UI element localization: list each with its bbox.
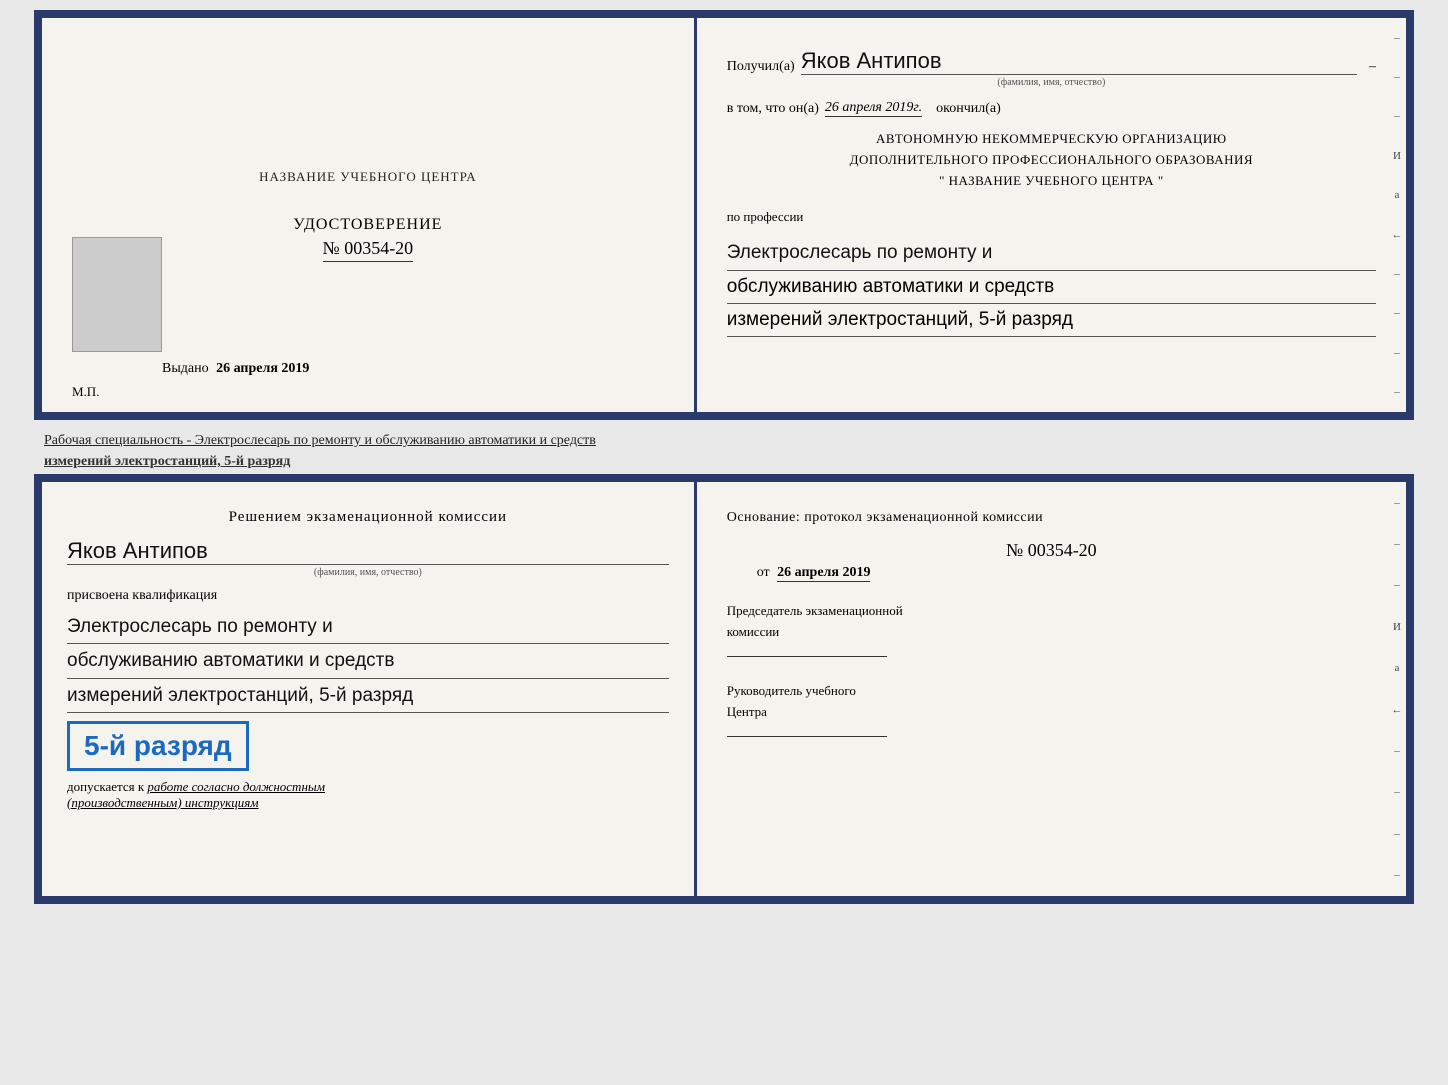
recipient-name: Яков Антипов — [801, 48, 1357, 75]
udost-block: УДОСТОВЕРЕНИЕ № 00354-20 — [293, 216, 442, 262]
predsedatel-label: Председатель экзаменационной — [727, 601, 1376, 622]
dopuskaetsya-value2: (производственным) инструкциям — [67, 795, 259, 810]
rukovoditel-block: Руководитель учебного Центра — [727, 681, 1376, 743]
bottom-name: Яков Антипов — [67, 538, 669, 565]
vtom-label: в том, что он(а) — [727, 101, 819, 117]
osnovanie-block: Основание: протокол экзаменационной коми… — [727, 507, 1376, 528]
rukovoditel-signature — [727, 736, 887, 737]
middle-line2: измерений электростанций, 5-й разряд — [44, 454, 290, 469]
ot-date-block: от 26 апреля 2019 — [727, 565, 1376, 581]
org-block: АВТОНОМНУЮ НЕКОММЕРЧЕСКУЮ ОРГАНИЗАЦИЮ ДО… — [727, 129, 1376, 191]
middle-label: Рабочая специальность - Электрослесарь п… — [34, 420, 1414, 474]
protocol-number: № 00354-20 — [727, 540, 1376, 561]
photo-placeholder — [72, 237, 162, 352]
org-line1: АВТОНОМНУЮ НЕКОММЕРЧЕСКУЮ ОРГАНИЗАЦИЮ — [727, 129, 1376, 150]
mp-line: М.П. — [72, 384, 99, 400]
poluchil-label: Получил(а) — [727, 59, 795, 75]
vydano-label: Выдано — [162, 361, 209, 376]
predsedatel-label2: комиссии — [727, 622, 1376, 643]
profession-line3: измерений электростанций, 5-й разряд — [727, 304, 1376, 337]
razryad-badge: 5-й разряд — [67, 721, 249, 771]
profession-line1: Электрослесарь по ремонту и — [727, 237, 1376, 270]
rukovoditel-label2: Центра — [727, 702, 1376, 723]
predsedatel-block: Председатель экзаменационной комиссии — [727, 601, 1376, 663]
profession-line2: обслуживанию автоматики и средств — [727, 271, 1376, 304]
right-dashes-bottom: – – – И а ← – – – – — [1388, 482, 1406, 896]
diploma-bottom: Решением экзаменационной комиссии Яков А… — [34, 474, 1414, 904]
komissia-title: Решением экзаменационной комиссии — [67, 507, 669, 528]
dopuskaetsya-value: работе согласно должностным — [147, 779, 325, 794]
diploma-bottom-right: Основание: протокол экзаменационной коми… — [697, 482, 1406, 896]
resheniem-label: Решением экзаменационной комиссии — [229, 509, 507, 525]
dopuskaetsya-block: допускается к работе согласно должностны… — [67, 779, 669, 811]
ot-label: от — [757, 565, 770, 580]
center-title-top: НАЗВАНИЕ УЧЕБНОГО ЦЕНТРА — [259, 168, 476, 186]
po-professii: по профессии — [727, 209, 1376, 225]
recipient-block: Получил(а) Яков Антипов – (фамилия, имя,… — [727, 38, 1376, 88]
org-line2: ДОПОЛНИТЕЛЬНОГО ПРОФЕССИОНАЛЬНОГО ОБРАЗО… — [727, 150, 1376, 171]
fio-hint-top: (фамилия, имя, отчество) — [727, 77, 1376, 88]
predsedatel-signature — [727, 656, 887, 657]
vydano-date: 26 апреля 2019 — [216, 361, 309, 376]
dopuskaetsya-label: допускается к — [67, 779, 144, 794]
vydano-line: Выдано 26 апреля 2019 — [162, 361, 309, 377]
recipient-line: Получил(а) Яков Антипов – — [727, 48, 1376, 75]
org-line3: " НАЗВАНИЕ УЧЕБНОГО ЦЕНТРА " — [727, 171, 1376, 192]
prisvoena-label: присвоена квалификация — [67, 588, 669, 604]
vtom-line: в том, что он(а) 26 апреля 2019г. окончи… — [727, 100, 1376, 117]
diploma-top: НАЗВАНИЕ УЧЕБНОГО ЦЕНТРА УДОСТОВЕРЕНИЕ №… — [34, 10, 1414, 420]
profession-block: Электрослесарь по ремонту и обслуживанию… — [727, 237, 1376, 337]
fio-hint-bottom: (фамилия, имя, отчество) — [67, 567, 669, 578]
bottom-name-block: Яков Антипов (фамилия, имя, отчество) — [67, 538, 669, 578]
qualification-block: Электрослесарь по ремонту и обслуживанию… — [67, 610, 669, 713]
middle-line1: Рабочая специальность - Электрослесарь п… — [44, 433, 596, 448]
udost-number: № 00354-20 — [323, 238, 414, 262]
diploma-bottom-left: Решением экзаменационной комиссии Яков А… — [42, 482, 697, 896]
osnovanie-label: Основание: протокол экзаменационной коми… — [727, 510, 1043, 525]
right-dashes: – – – И а ← – – – – — [1388, 18, 1406, 412]
vtom-date: 26 апреля 2019г. — [825, 100, 922, 117]
rukovoditel-label: Руководитель учебного — [727, 681, 1376, 702]
ot-date: 26 апреля 2019 — [777, 565, 870, 582]
okonchil-label: окончил(а) — [936, 101, 1001, 117]
diploma-top-right: Получил(а) Яков Антипов – (фамилия, имя,… — [697, 18, 1406, 412]
diploma-top-left: НАЗВАНИЕ УЧЕБНОГО ЦЕНТРА УДОСТОВЕРЕНИЕ №… — [42, 18, 697, 412]
udost-label: УДОСТОВЕРЕНИЕ — [293, 216, 442, 234]
qual-line1: Электрослесарь по ремонту и обслуживанию… — [67, 610, 669, 713]
